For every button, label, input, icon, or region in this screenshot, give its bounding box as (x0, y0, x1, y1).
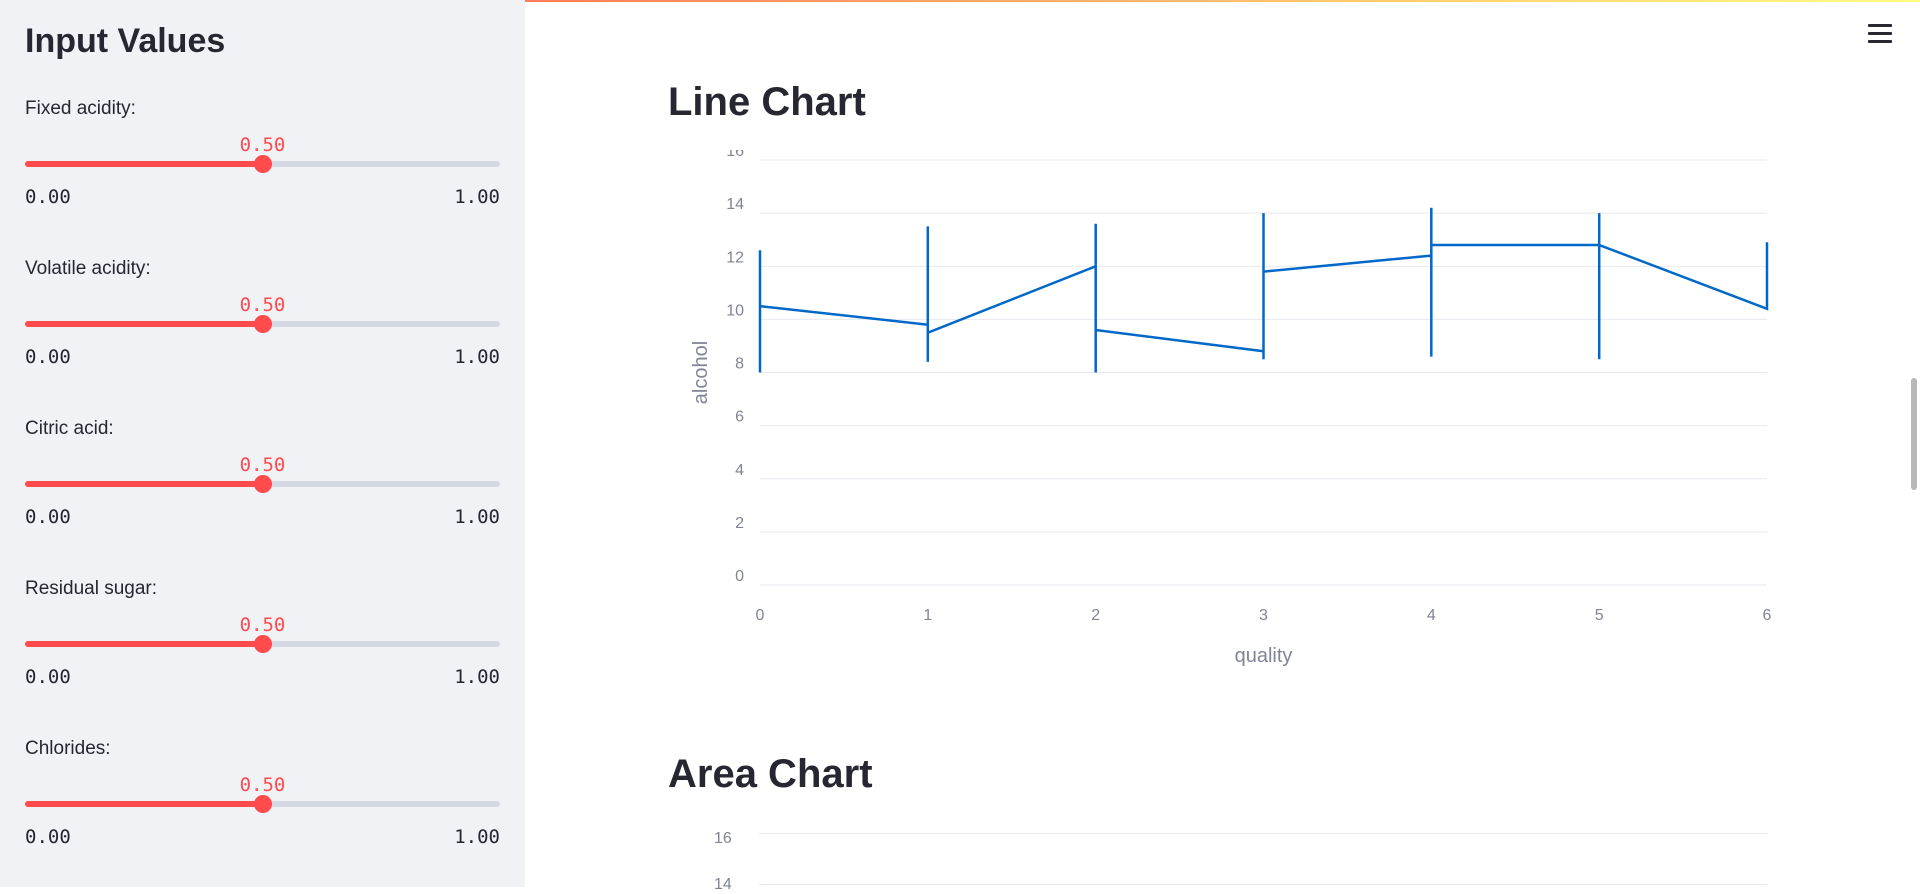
slider-min-label: 0.00 (25, 666, 71, 688)
x-tick-label: 2 (1091, 607, 1100, 624)
slider-chlorides: Chlorides: 0.50 0.00 1.00 (25, 738, 500, 888)
slider-fill (25, 321, 263, 327)
x-axis-title: quality (1235, 645, 1293, 667)
area-gridline (759, 884, 1767, 885)
y-tick-label: 10 (726, 302, 744, 319)
slider-thumb[interactable] (253, 155, 272, 173)
slider-label: Residual sugar: (25, 578, 158, 599)
slider-residual-sugar: Residual sugar: 0.50 0.00 1.00 (25, 578, 500, 728)
slider-max-label: 1.00 (454, 666, 500, 688)
slider-label: Fixed acidity: (25, 98, 136, 119)
y-tick-label: 4 (735, 462, 744, 479)
slider-fill (25, 801, 263, 807)
slider-thumb[interactable] (253, 315, 272, 333)
slider-max-label: 1.00 (454, 186, 500, 208)
area-gridline (759, 833, 1767, 834)
line-chart-title: Line Chart (668, 80, 866, 124)
slider-max-label: 1.00 (454, 826, 500, 848)
page-scrollbar[interactable] (1911, 378, 1917, 490)
slider-min-label: 0.00 (25, 346, 71, 368)
slider-fill (25, 641, 263, 647)
sidebar-title: Input Values (25, 22, 226, 60)
slider-thumb[interactable] (253, 795, 272, 813)
x-tick-label: 4 (1427, 607, 1436, 624)
y-tick-label: 8 (735, 356, 744, 373)
slider-max-label: 1.00 (454, 506, 500, 528)
slider-min-label: 0.00 (25, 506, 71, 528)
y-tick-label: 0 (735, 568, 744, 585)
y-tick-label: 6 (735, 409, 744, 426)
y-tick-label: 12 (726, 249, 744, 266)
slider-min-label: 0.00 (25, 826, 71, 848)
slider-track[interactable] (25, 315, 500, 333)
slider-max-label: 1.00 (454, 346, 500, 368)
slider-value: 0.50 (239, 774, 286, 796)
slider-fixed-acidity: Fixed acidity: 0.50 0.00 1.00 (25, 98, 500, 248)
area-chart-title: Area Chart (668, 752, 873, 796)
y-tick-label: 14 (726, 196, 744, 213)
x-tick-label: 0 (756, 607, 765, 624)
slider-min-label: 0.00 (25, 186, 71, 208)
slider-track[interactable] (25, 635, 500, 653)
slider-thumb[interactable] (253, 635, 272, 653)
slider-track[interactable] (25, 155, 500, 173)
slider-citric-acid: Citric acid: 0.50 0.00 1.00 (25, 418, 500, 568)
slider-volatile-acidity: Volatile acidity: 0.50 0.00 1.00 (25, 258, 500, 408)
sidebar: Input Values Fixed acidity: 0.50 0.00 1.… (0, 0, 525, 887)
x-tick-label: 6 (1763, 607, 1772, 624)
x-tick-label: 3 (1259, 607, 1268, 624)
slider-label: Citric acid: (25, 418, 114, 439)
area-y-tick: 16 (714, 830, 732, 847)
slider-value: 0.50 (239, 294, 286, 316)
x-tick-label: 5 (1595, 607, 1604, 624)
slider-value: 0.50 (239, 454, 286, 476)
area-y-tick: 14 (714, 876, 732, 893)
slider-fill (25, 161, 263, 167)
slider-value: 0.50 (239, 614, 286, 636)
slider-label: Chlorides: (25, 738, 111, 759)
slider-track[interactable] (25, 795, 500, 813)
slider-track[interactable] (25, 475, 500, 493)
slider-value: 0.50 (239, 134, 286, 156)
y-axis-title: alcohol (690, 341, 712, 404)
slider-label: Volatile acidity: (25, 258, 151, 279)
y-tick-label: 2 (735, 515, 744, 532)
hamburger-menu-icon[interactable] (1868, 24, 1894, 46)
slider-thumb[interactable] (253, 475, 272, 493)
y-tick-label: 16 (726, 150, 744, 160)
series-line (758, 207, 1769, 373)
line-chart: 02468101214160 1 2 3 4 5 6qualityalcohol (690, 150, 1772, 667)
slider-fill (25, 481, 263, 487)
x-tick-label: 1 (923, 607, 932, 624)
